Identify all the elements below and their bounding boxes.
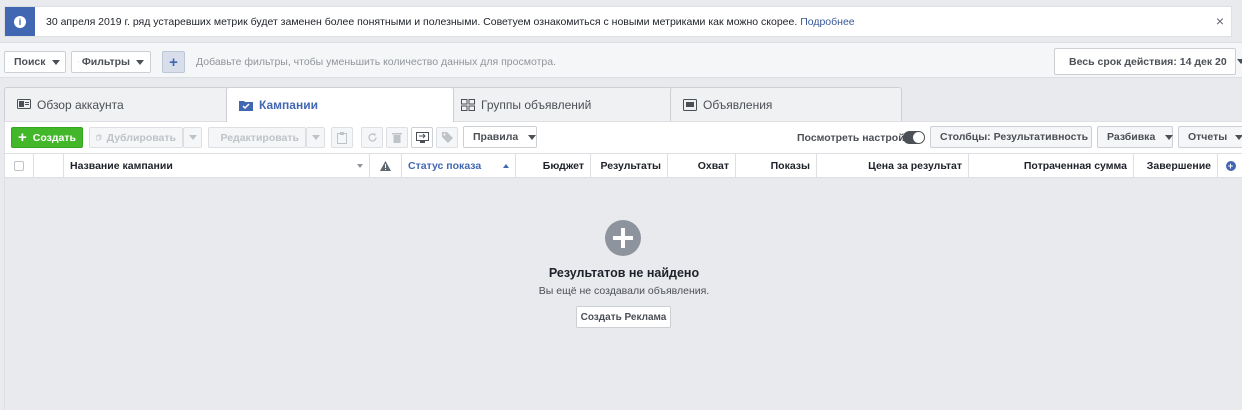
ads-manager: i 30 апреля 2019 г. ряд устаревших метри… [0,0,1242,410]
column-impressions[interactable]: Показы [736,154,817,177]
filters-button[interactable]: Фильтры [71,51,151,73]
column-reach[interactable]: Охват [668,154,736,177]
select-all-checkbox[interactable] [5,154,34,177]
chevron-down-icon [1236,59,1242,64]
tab-ad-sets[interactable]: Группы объявлений [448,87,674,121]
add-filter-button[interactable]: + [162,51,185,73]
view-settings-toggle[interactable] [903,131,925,144]
chevron-down-icon [51,59,60,65]
metrics-notice-banner: i 30 апреля 2019 г. ряд устаревших метри… [4,6,1232,37]
add-column-icon[interactable]: + [1218,154,1242,177]
column-ends[interactable]: Завершение [1134,154,1218,177]
clipboard-icon[interactable] [331,127,353,148]
campaign-table-header: Название кампании Статус показа Бюджет Р… [4,153,1242,178]
rules-button[interactable]: Правила [463,126,537,148]
toggle-column-header [34,154,64,177]
edit-button[interactable]: Редактировать [208,127,306,148]
empty-state-title: Результатов не найдено [548,266,700,280]
columns-dropdown[interactable]: Столбцы: Результативность [930,126,1107,148]
filter-hint: Добавьте фильтры, чтобы уменьшить количе… [196,56,556,68]
date-range-picker[interactable]: Весь срок действия: 14 дек 20 [1054,48,1242,75]
empty-state-subtitle: Вы ещё не создавали объявления. [538,285,710,297]
sort-menu-icon [357,163,363,168]
ad-preview-icon [683,98,697,111]
view-settings-label: Посмотреть настройки [797,132,917,144]
notice-learn-more-link[interactable]: Подробнее [800,16,854,28]
edit-menu-button[interactable] [306,127,325,148]
column-delivery-status[interactable]: Статус показа [402,154,516,177]
warning-icon [370,154,402,177]
refresh-icon[interactable] [361,127,383,148]
column-cost-per-result[interactable]: Цена за результат [817,154,969,177]
duplicate-button[interactable]: Дублировать [89,127,183,148]
breakdown-dropdown[interactable]: Разбивка [1097,126,1174,148]
grid-icon [461,98,475,111]
folder-check-icon [239,99,253,111]
chevron-down-icon [528,134,537,140]
campaign-table-body: Результатов не найдено Вы ещё не создава… [4,178,1242,410]
tab-ads[interactable]: Объявления [670,87,902,121]
tag-icon[interactable] [436,127,458,148]
duplicate-menu-button[interactable] [183,127,202,148]
chevron-down-icon [1165,134,1174,140]
create-button[interactable]: + Создать [11,127,83,148]
column-campaign-name[interactable]: Название кампании [64,154,370,177]
plus-icon: + [18,129,27,146]
column-results[interactable]: Результаты [591,154,668,177]
tab-campaigns[interactable]: Кампании [226,87,454,122]
notice-text: 30 апреля 2019 г. ряд устаревших метрик … [46,15,855,28]
reports-dropdown[interactable]: Отчеты [1178,126,1242,148]
close-icon[interactable]: × [1216,13,1224,29]
chevron-down-icon [136,59,144,65]
sort-ascending-icon [503,163,509,168]
search-button[interactable]: Поиск [4,51,66,73]
trash-icon[interactable] [386,127,408,148]
add-circle-icon [605,220,641,256]
chevron-down-icon [1235,134,1242,140]
chevron-down-icon [311,135,320,140]
chevron-down-icon [188,135,197,140]
level-tabs: Обзор аккаунта Кампании Группы объявлени… [0,87,1242,122]
create-ad-button[interactable]: Создать Реклама [576,306,671,328]
filter-bar: Поиск Фильтры + Добавьте фильтры, чтобы … [0,42,1242,78]
ab-test-icon[interactable] [411,127,433,148]
duplicate-icon [96,134,102,141]
account-overview-icon [17,98,31,111]
column-amount-spent[interactable]: Потраченная сумма [969,154,1134,177]
campaign-toolbar: + Создать Дублировать Редактировать Прав… [4,121,1242,153]
column-budget[interactable]: Бюджет [516,154,591,177]
filter-icon [78,61,79,63]
tab-account-overview[interactable]: Обзор аккаунта [4,87,230,121]
info-icon: i [5,7,35,36]
